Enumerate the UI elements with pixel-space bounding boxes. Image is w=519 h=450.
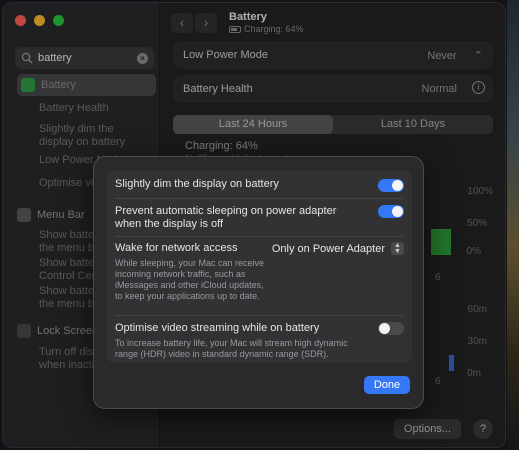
option-dim-display: Slightly dim the display on battery <box>115 178 404 191</box>
divider <box>115 315 404 316</box>
option-title: Slightly dim the display on battery <box>115 178 279 190</box>
option-title: Prevent automatic sleeping on power adap… <box>115 205 337 230</box>
options-sheet: Slightly dim the display on battery Prev… <box>93 156 424 409</box>
option-description: While sleeping, your Mac can receive inc… <box>115 258 265 301</box>
chevron-updown-icon: ▲ ▼ <box>391 242 404 255</box>
wake-network-popup[interactable]: Only on Power Adapter ▲ ▼ <box>272 242 404 255</box>
popup-value: Only on Power Adapter <box>271 242 385 255</box>
option-prevent-sleep: Prevent automatic sleeping on power adap… <box>115 205 352 231</box>
divider <box>115 198 404 199</box>
done-button[interactable]: Done <box>364 376 410 394</box>
divider <box>115 236 404 237</box>
options-card: Slightly dim the display on battery Prev… <box>107 170 412 363</box>
prevent-sleep-toggle[interactable] <box>378 205 404 218</box>
option-title: Optimise video streaming while on batter… <box>115 322 320 334</box>
option-optimise-video: Optimise video streaming while on batter… <box>115 322 362 360</box>
option-wake-network: Wake for network access While sleeping, … <box>115 242 272 302</box>
optimise-video-toggle[interactable] <box>378 322 404 335</box>
dim-display-toggle[interactable] <box>378 179 404 192</box>
option-description: To increase battery life, your Mac will … <box>115 338 348 359</box>
option-title: Wake for network access <box>115 242 238 254</box>
